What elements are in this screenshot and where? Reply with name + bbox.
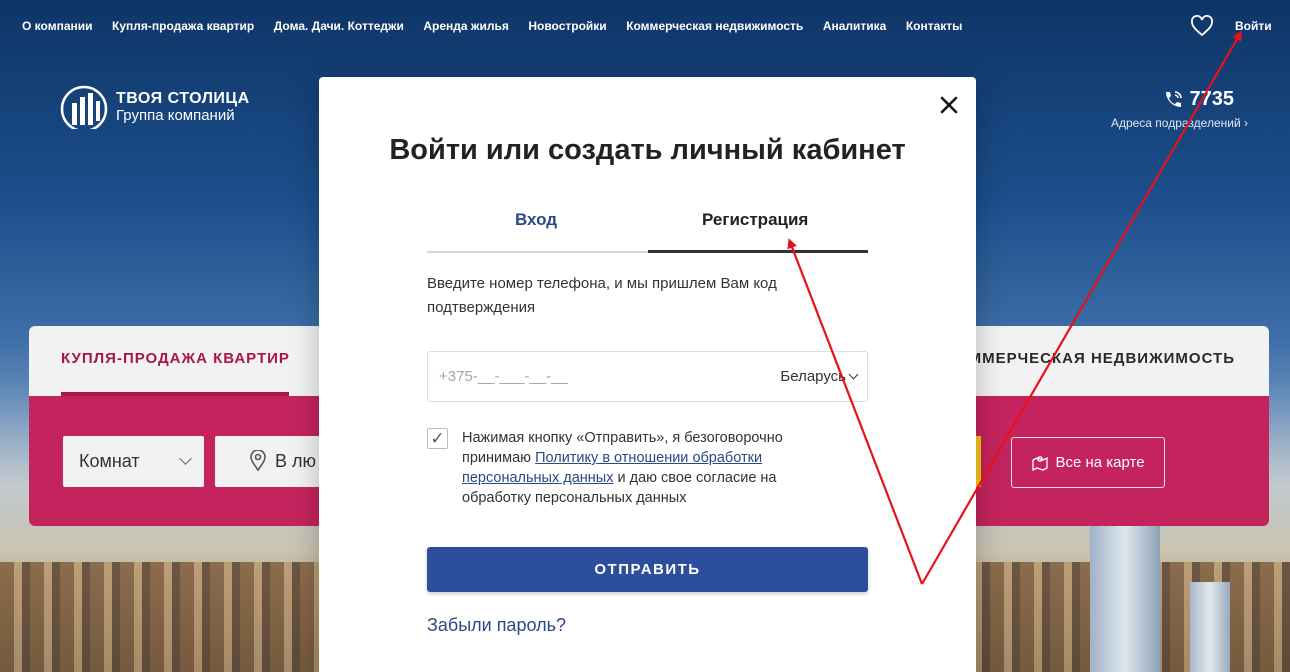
active-tab-indicator [648, 250, 868, 253]
submit-button[interactable]: ОТПРАВИТЬ [427, 547, 868, 592]
country-select-value: Беларусь [780, 368, 846, 385]
phone-field: Беларусь [427, 351, 868, 402]
chevron-down-icon [848, 369, 859, 380]
tower-building [1090, 522, 1160, 672]
rooms-select-label: Комнат [79, 451, 140, 471]
location-input-value: В лю [275, 451, 317, 471]
nav-contacts[interactable]: Контакты [906, 19, 963, 33]
phone-number[interactable]: 7735 [1162, 88, 1235, 111]
favorites-heart-icon[interactable] [1190, 15, 1214, 37]
nav-new-buildings[interactable]: Новостройки [528, 19, 606, 33]
tab-commercial[interactable]: ММЕРЧЕСКАЯ НЕДВИЖИМОСТЬ [969, 350, 1235, 367]
modal-title: Войти или создать личный кабинет [389, 134, 906, 166]
nav-houses[interactable]: Дома. Дачи. Коттеджи [274, 19, 404, 33]
nav-commercial[interactable]: Коммерческая недвижимость [626, 19, 803, 33]
chevron-down-icon [179, 452, 192, 465]
tab-register[interactable]: Регистрация [702, 210, 808, 230]
phone-input[interactable] [428, 352, 758, 401]
map-button-label: Все на карте [1055, 454, 1145, 471]
addresses-link[interactable]: Адреса подразделений › [1111, 116, 1248, 130]
country-select[interactable]: Беларусь [780, 368, 859, 385]
addresses-link-text: Адреса подразделений [1110, 116, 1241, 130]
phone-hint: Введите номер телефона, и мы пришлем Вам… [427, 275, 777, 316]
company-logo[interactable]: ТВОЯ СТОЛИЦА Группа компаний [60, 85, 250, 129]
logo-building-icon [60, 85, 108, 129]
forgot-password-link[interactable]: Забыли пароль? [427, 615, 566, 636]
map-button[interactable]: Все на карте [1011, 437, 1165, 488]
login-link[interactable]: Войти [1235, 19, 1272, 33]
tab-divider [427, 251, 648, 253]
nav-about[interactable]: О компании [22, 19, 93, 33]
nav-analytics[interactable]: Аналитика [823, 19, 887, 33]
tower-building-small [1190, 582, 1230, 672]
tab-buy-sell[interactable]: КУПЛЯ-ПРОДАЖА КВАРТИР [61, 350, 290, 367]
rooms-select[interactable]: Комнат [63, 436, 204, 487]
location-pin-icon [250, 450, 266, 472]
tab-login[interactable]: Вход [515, 210, 557, 230]
nav-buy-sell[interactable]: Купля-продажа квартир [112, 19, 254, 33]
consent-text: Нажимая кнопку «Отправить», я безоговоро… [462, 428, 812, 508]
logo-subtitle: Группа компаний [116, 106, 235, 124]
chevron-right-icon: › [1244, 116, 1248, 130]
login-modal: Войти или создать личный кабинет Вход Ре… [319, 77, 976, 672]
map-pin-icon [1032, 455, 1049, 471]
top-navigation: О компании Купля-продажа квартир Дома. Д… [0, 0, 1290, 52]
nav-rent[interactable]: Аренда жилья [423, 19, 508, 33]
phone-number-text: 7735 [1189, 88, 1235, 110]
consent-checkbox[interactable]: ✓ [427, 428, 448, 449]
close-icon[interactable] [937, 93, 961, 117]
logo-title: ТВОЯ СТОЛИЦА [116, 89, 250, 107]
phone-icon [1165, 90, 1182, 107]
